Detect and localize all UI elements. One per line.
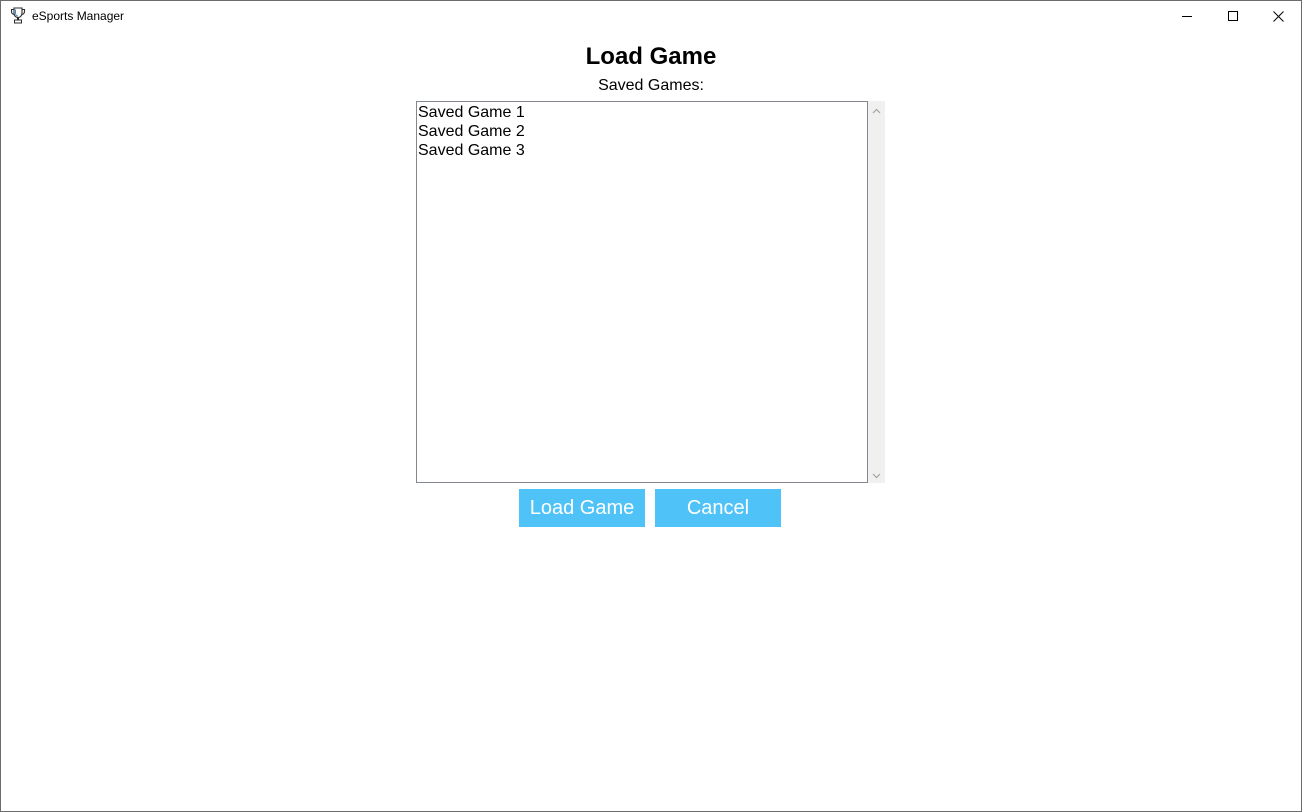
scroll-down-icon (872, 466, 881, 484)
listbox-scrollbar[interactable] (868, 101, 885, 483)
minimize-icon (1182, 11, 1192, 21)
close-button[interactable] (1255, 1, 1301, 31)
page-title: Load Game (585, 43, 717, 70)
title-bar[interactable]: eSports Manager (1, 1, 1301, 31)
maximize-button[interactable] (1210, 1, 1256, 31)
saved-games-label: Saved Games: (598, 77, 704, 94)
saved-game-item[interactable]: Saved Game 1 (417, 103, 867, 122)
app-window: eSports Manager Load Game Saved Games: S… (0, 0, 1302, 812)
trophy-icon (10, 7, 26, 24)
saved-game-item[interactable]: Saved Game 3 (417, 141, 867, 160)
cancel-button[interactable]: Cancel (655, 489, 781, 527)
minimize-button[interactable] (1164, 1, 1210, 31)
saved-games-listbox[interactable]: Saved Game 1 Saved Game 2 Saved Game 3 (416, 101, 868, 483)
scroll-up-icon (872, 101, 881, 119)
load-game-button[interactable]: Load Game (519, 489, 645, 527)
scroll-down-button[interactable] (868, 466, 885, 483)
close-icon (1272, 10, 1284, 22)
maximize-icon (1228, 11, 1238, 21)
saved-game-item[interactable]: Saved Game 2 (417, 122, 867, 141)
scroll-up-button[interactable] (868, 101, 885, 118)
window-title: eSports Manager (32, 9, 125, 23)
